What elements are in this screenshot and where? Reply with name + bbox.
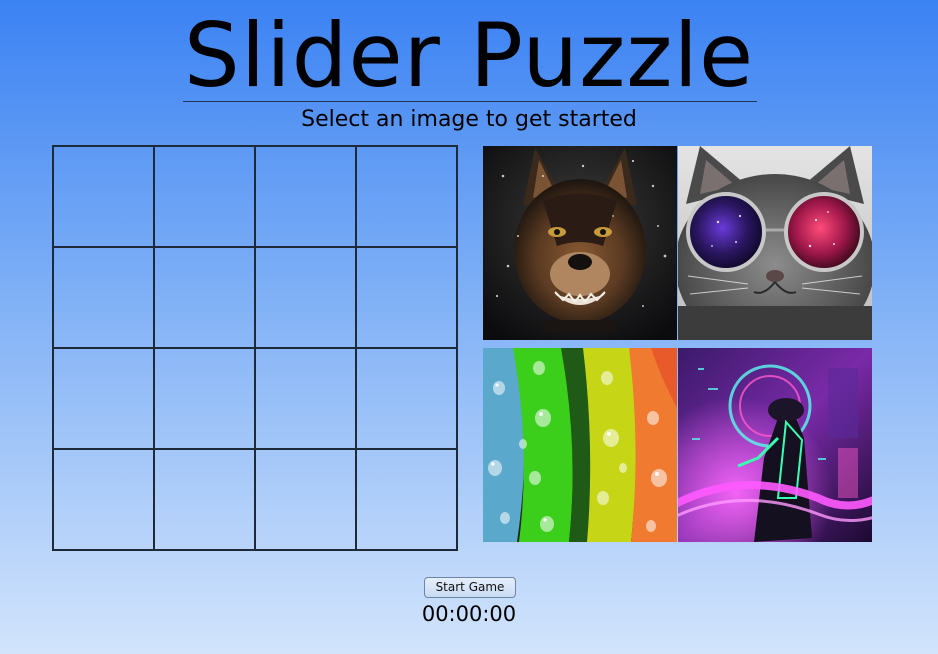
puzzle-tile[interactable]: [154, 146, 255, 247]
start-game-button[interactable]: Start Game: [424, 577, 516, 598]
puzzle-tile[interactable]: [255, 247, 356, 348]
puzzle-tile[interactable]: [356, 449, 457, 550]
page-title: Slider Puzzle: [183, 4, 755, 107]
puzzle-tile[interactable]: [154, 449, 255, 550]
puzzle-board: [52, 145, 458, 551]
image-option-cat[interactable]: [678, 146, 872, 340]
puzzle-tile[interactable]: [53, 348, 154, 449]
puzzle-tile[interactable]: [154, 247, 255, 348]
puzzle-tile[interactable]: [255, 348, 356, 449]
puzzle-tile[interactable]: [53, 449, 154, 550]
puzzle-tile[interactable]: [356, 247, 457, 348]
instruction-text: Select an image to get started: [301, 107, 637, 132]
puzzle-tile[interactable]: [255, 449, 356, 550]
puzzle-tile[interactable]: [154, 348, 255, 449]
game-timer: 00:00:00: [421, 602, 517, 626]
puzzle-tile[interactable]: [53, 247, 154, 348]
puzzle-tile[interactable]: [356, 146, 457, 247]
leaves-image: [483, 348, 677, 542]
puzzle-tile[interactable]: [356, 348, 457, 449]
puzzle-tile[interactable]: [53, 146, 154, 247]
image-gallery: [483, 146, 872, 542]
puzzle-tile[interactable]: [255, 146, 356, 247]
image-option-dog[interactable]: [483, 146, 677, 340]
image-option-leaves[interactable]: [483, 348, 677, 542]
cat-image: [678, 146, 872, 340]
dog-image: [483, 146, 677, 340]
title-underline: [183, 101, 757, 102]
image-option-neon[interactable]: [678, 348, 872, 542]
neon-image: [678, 348, 872, 542]
